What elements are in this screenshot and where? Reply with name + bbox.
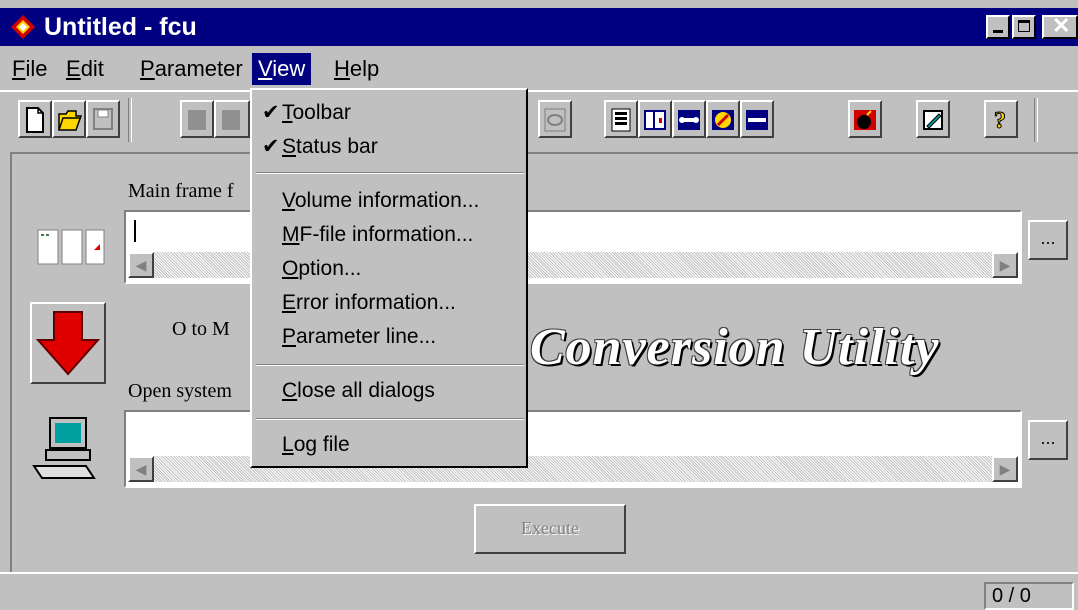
save-file-button[interactable] [86, 100, 120, 138]
eye-icon [544, 108, 566, 132]
view-menu-dropdown: ✔ Toolbar ✔ Status bar Volume information.… [250, 88, 528, 468]
window-title: Untitled - fcu [44, 13, 197, 41]
toolbar-button-disabled-1[interactable] [180, 100, 214, 138]
open-folder-icon [58, 110, 83, 131]
menu-separator [256, 172, 524, 174]
menu-item-volume-information[interactable]: Volume information... [282, 186, 479, 216]
menu-item-error-information[interactable]: Error information... [282, 288, 456, 318]
status-count: 0 / 0 [984, 582, 1074, 610]
menu-item-close-all-dialogs[interactable]: Close all dialogs [282, 376, 435, 406]
menu-item-mf-file-information[interactable]: MF-file information... [282, 220, 473, 250]
error-info-button[interactable] [706, 100, 740, 138]
edit-button[interactable] [916, 100, 950, 138]
toolbar-separator [128, 98, 132, 142]
disabled-icon [188, 110, 206, 130]
close-button[interactable]: ✕ [1042, 13, 1078, 39]
database-icon [611, 108, 631, 132]
opensystem-label: Open system [128, 380, 232, 402]
bomb-button[interactable] [848, 100, 882, 138]
down-arrow-icon [35, 311, 101, 376]
menu-item-parameter-line[interactable]: Parameter line... [282, 322, 436, 352]
svg-text:?: ? [994, 108, 1006, 134]
scroll-left-button[interactable]: ◀ [128, 252, 154, 278]
app-icon[interactable] [10, 14, 36, 40]
mainframe-icon [644, 110, 666, 130]
menu-file[interactable]: File [6, 53, 53, 85]
save-disk-icon [93, 108, 113, 130]
mainframe-label: Main frame f [128, 180, 234, 202]
minimize-icon [993, 30, 1003, 33]
scroll-right-button[interactable]: ▶ [992, 252, 1018, 278]
option-button[interactable] [672, 100, 706, 138]
check-icon: ✔ [262, 101, 280, 124]
menu-bar: File Edit Parameter View Help [0, 48, 1078, 88]
scroll-right-button[interactable]: ▶ [992, 456, 1018, 482]
computer-icon [30, 414, 100, 489]
parameter-line-icon [746, 110, 768, 130]
hidden-toolbar-button[interactable] [538, 100, 572, 138]
app-banner-title: Conversion Utility [530, 319, 940, 376]
maximize-button[interactable] [1012, 15, 1036, 39]
toolbar-separator [1034, 98, 1038, 142]
help-button[interactable]: ? [984, 100, 1018, 138]
minimize-button[interactable] [986, 15, 1010, 39]
help-question-icon: ? [994, 108, 1007, 135]
menu-item-status-bar[interactable]: ✔ Status bar [262, 132, 378, 162]
mf-file-info-button[interactable] [638, 100, 672, 138]
menu-edit[interactable]: Edit [60, 53, 110, 85]
new-file-icon [26, 107, 44, 133]
menu-item-option[interactable]: Option... [282, 254, 361, 284]
mainframe-icon [36, 228, 106, 273]
error-icon [712, 110, 734, 130]
maximize-icon [1018, 20, 1030, 32]
direction-button[interactable] [30, 302, 106, 384]
menu-view[interactable]: View [252, 53, 312, 85]
close-icon: ✕ [1052, 13, 1071, 38]
text-caret [134, 220, 136, 242]
menu-item-log-file[interactable]: Log file [282, 430, 350, 460]
mainframe-browse-button[interactable]: ... [1028, 220, 1068, 260]
menu-separator [256, 364, 524, 366]
open-file-button[interactable] [52, 100, 86, 138]
notepad-icon [923, 110, 943, 130]
direction-label: O to M [172, 318, 230, 340]
menu-parameter[interactable]: Parameter [134, 53, 249, 85]
status-bar: 0 / 0 [0, 572, 1078, 610]
parameter-line-button[interactable] [740, 100, 774, 138]
new-file-button[interactable] [18, 100, 52, 138]
volume-info-button[interactable] [604, 100, 638, 138]
bomb-icon [854, 110, 876, 130]
menu-help[interactable]: Help [328, 53, 385, 85]
execute-button[interactable]: Execute [474, 504, 626, 554]
title-bar[interactable]: Untitled - fcu ✕ [0, 8, 1078, 46]
disabled-icon [222, 110, 240, 130]
menu-separator [256, 418, 524, 420]
menu-item-toolbar[interactable]: ✔ Toolbar [262, 98, 351, 128]
check-icon: ✔ [262, 135, 280, 158]
opensystem-browse-button[interactable]: ... [1028, 420, 1068, 460]
toolbar-button-disabled-2[interactable] [214, 100, 250, 138]
scroll-left-button[interactable]: ◀ [128, 456, 154, 482]
app-window: Untitled - fcu ✕ File Edit Parameter Vie… [0, 0, 1078, 610]
wrench-icon [678, 110, 700, 130]
toolbar: ? [0, 90, 1078, 152]
